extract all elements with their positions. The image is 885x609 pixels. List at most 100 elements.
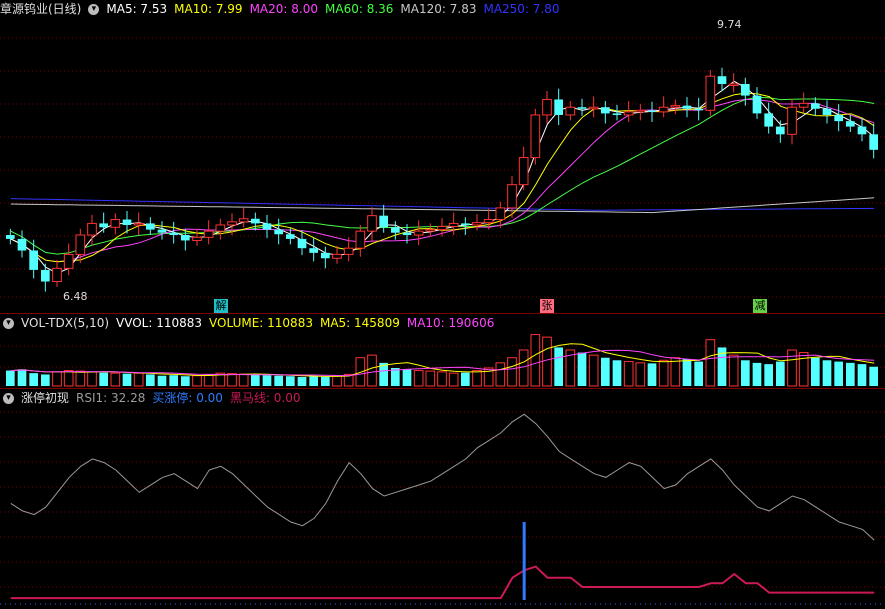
candle-body (321, 252, 330, 259)
volume-bar (682, 359, 692, 386)
volume-bar (251, 374, 260, 386)
candle-body (402, 232, 412, 236)
candle-body (63, 253, 74, 269)
stock-chart-window: 章源钨业(日线) ▾ MA5: 7.53 MA10: 7.99 MA20: 8.… (0, 0, 885, 609)
volume-bar (601, 357, 610, 386)
candle-body (227, 221, 237, 226)
volume-bar (63, 370, 74, 387)
volume-bar (764, 364, 773, 386)
ma5-label: MA5: 7.53 (106, 2, 168, 16)
volume-bar (846, 362, 855, 386)
indicator-name: 涨停初现 (21, 391, 70, 405)
candle-body (343, 247, 354, 255)
rsi-label: RSI1: 32.28 (76, 391, 146, 405)
ma120-label: MA120: 7.83 (400, 2, 477, 16)
volume-bar (133, 372, 144, 387)
volume-bar (110, 372, 121, 387)
volume-bar (857, 364, 867, 386)
ma10-label: MA10: 7.99 (174, 2, 243, 16)
volume-bar (670, 357, 681, 387)
volume-bar (635, 362, 646, 387)
volume-bar (425, 370, 436, 387)
volume-bar (554, 347, 563, 386)
event-marker-3[interactable]: 减 (753, 299, 767, 313)
candle-body (6, 235, 15, 239)
candle-body (332, 253, 342, 259)
candle-body (483, 219, 494, 224)
chevron-down-icon[interactable]: ▾ (3, 317, 14, 329)
candle-body (658, 106, 669, 113)
low-price-label: 6.48 (63, 290, 88, 303)
candle-body (787, 106, 797, 135)
candle-body (122, 219, 132, 225)
candle-body (717, 76, 727, 84)
volume-bar (146, 374, 155, 386)
candle-body (577, 107, 587, 109)
candle-body (682, 105, 692, 109)
volume-bar (741, 360, 750, 386)
volume-bar (413, 370, 424, 387)
volume-label: VOLUME: 110883 (209, 316, 313, 330)
ma250-label: MA250: 7.80 (483, 2, 560, 16)
candle-body (811, 103, 820, 109)
volume-bar (518, 349, 529, 387)
volume-bar (238, 373, 249, 387)
volume-bar (17, 369, 27, 386)
volume-bar (157, 375, 167, 386)
candle-body (133, 222, 144, 226)
candle-body (274, 229, 283, 235)
dark-horse-line (10, 565, 875, 600)
volume-bar (297, 377, 307, 386)
ma60-label: MA60: 8.36 (325, 2, 394, 16)
candle-body (146, 223, 155, 230)
volume-pane-header: ▾ VOL-TDX(5,10) VVOL: 110883 VOLUME: 110… (0, 314, 501, 332)
volume-bar (728, 354, 739, 387)
candle-body (437, 226, 447, 231)
candle-body (507, 184, 517, 209)
volume-bar (694, 361, 703, 386)
candle-body (728, 83, 739, 86)
event-marker-2[interactable]: 张 (540, 299, 554, 313)
candle-body (413, 230, 424, 236)
chevron-down-icon[interactable]: ▾ (3, 392, 14, 404)
candle-body (869, 134, 878, 150)
high-price-label: 9.74 (717, 18, 742, 31)
volume-bar (530, 334, 541, 387)
candle-body (355, 230, 366, 249)
candle-body (601, 107, 610, 114)
candle-body (297, 238, 307, 249)
candle-body (379, 215, 388, 228)
candle-body (846, 121, 855, 127)
candle-body (238, 218, 249, 223)
ma120-line (10, 197, 875, 214)
candle-body (286, 234, 295, 239)
volume-bar (321, 376, 330, 386)
candle-body (309, 248, 318, 253)
candle-body (262, 223, 272, 230)
volume-bar (623, 361, 634, 387)
volume-bar (834, 361, 843, 386)
candle-body (554, 99, 563, 115)
candle-body (87, 222, 97, 236)
volume-bar (448, 372, 459, 387)
volume-bar (577, 352, 587, 386)
vol-ma5-label: MA5: 145809 (319, 316, 400, 330)
candle-body (17, 238, 27, 251)
chevron-down-icon[interactable]: ▾ (88, 3, 100, 15)
volume-bar (6, 370, 15, 386)
volume-bar (181, 376, 190, 386)
candle-body (181, 235, 190, 241)
ma250-line (10, 198, 875, 211)
candle-body (752, 95, 762, 114)
candle-body (495, 207, 506, 221)
ma5-line (10, 80, 875, 274)
vol-ma10-label: MA10: 190606 (406, 316, 495, 330)
candle-body (52, 267, 62, 283)
event-marker-1[interactable]: 解 (214, 299, 228, 313)
candle-body (670, 105, 681, 108)
volume-bar (658, 359, 669, 387)
volume-bar (869, 366, 878, 386)
candle-body (29, 250, 38, 270)
volume-bar (752, 362, 762, 386)
candle-body (215, 224, 226, 232)
